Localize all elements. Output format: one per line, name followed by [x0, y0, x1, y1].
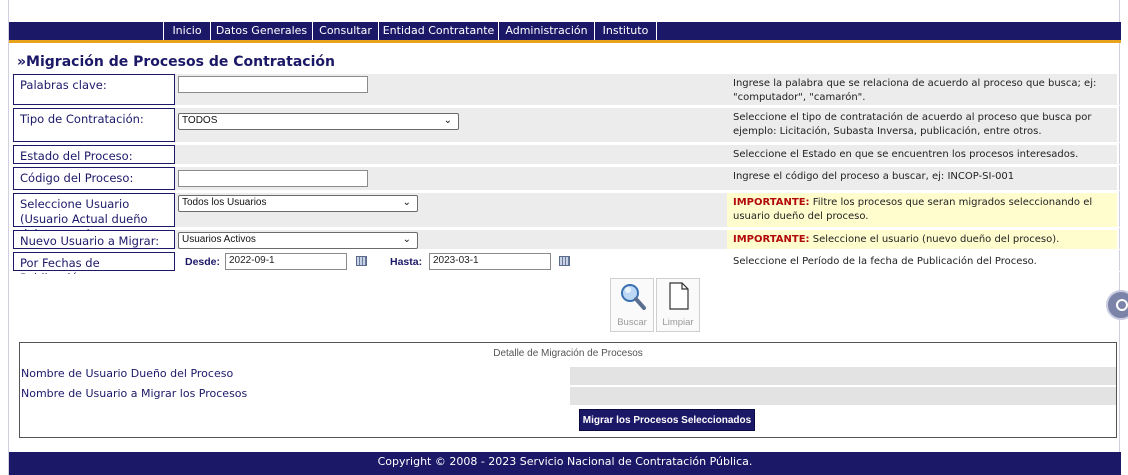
- usuario-actual-label: Seleccione Usuario (Usuario Actual dueño…: [13, 193, 175, 241]
- usuario-actual-cell: Todos los Usuarios ⌄: [175, 193, 727, 227]
- nav-datos-generales[interactable]: Datos Generales: [211, 22, 313, 40]
- hasta-input[interactable]: 2023-03-1: [429, 253, 551, 270]
- limpiar-label: Limpiar: [662, 317, 694, 328]
- side-widget-icon[interactable]: [1106, 290, 1128, 320]
- detail-panel: Detalle de Migración de Procesos Nombre …: [19, 342, 1117, 438]
- target-label: Nombre de Usuario a Migrar los Procesos: [21, 387, 248, 400]
- calendar-icon[interactable]: [356, 256, 367, 266]
- nuevo-usuario-value: Usuarios Activos: [182, 234, 256, 245]
- usuario-actual-select[interactable]: Todos los Usuarios ⌄: [178, 195, 418, 212]
- codigo-proceso-help: Ingrese el código del proceso a buscar, …: [727, 167, 1117, 190]
- nuevo-usuario-help-text: Seleccione el usuario (nuevo dueño del p…: [809, 234, 1060, 245]
- nav-instituto[interactable]: Instituto: [595, 22, 657, 40]
- hasta-label: Hasta:: [390, 256, 423, 268]
- row-tipo-contratacion: Tipo de Contratación: TODOS ⌄ Seleccione…: [9, 108, 1121, 143]
- important-label: IMPORTANTE:: [733, 234, 810, 245]
- detail-title: Detalle de Migración de Procesos: [493, 348, 643, 359]
- magnifier-icon: [621, 284, 646, 310]
- important-label: IMPORTANTE:: [733, 197, 810, 208]
- chevron-down-icon: ⌄: [402, 197, 411, 208]
- tipo-contratacion-cell: TODOS ⌄: [175, 108, 727, 142]
- codigo-proceso-input[interactable]: [178, 170, 368, 187]
- action-buttons: Buscar Limpiar: [13, 274, 1117, 340]
- tipo-contratacion-label: Tipo de Contratación:: [13, 108, 175, 142]
- tipo-contratacion-select[interactable]: TODOS ⌄: [178, 113, 459, 130]
- page-frame: Inicio Datos Generales Consultar Entidad…: [8, 0, 1121, 475]
- nav-inicio[interactable]: Inicio: [163, 22, 211, 40]
- row-estado-proceso: Estado del Proceso: Seleccione el Estado…: [9, 145, 1121, 165]
- nav-consultar[interactable]: Consultar: [313, 22, 379, 40]
- limpiar-button[interactable]: Limpiar: [656, 278, 700, 332]
- usuario-actual-help: IMPORTANTE: Filtre los procesos que sera…: [727, 193, 1117, 227]
- footer: Copyright © 2008 - 2023 Servicio Naciona…: [9, 452, 1121, 475]
- palabras-clave-cell: [175, 74, 727, 105]
- nuevo-usuario-help: IMPORTANTE: Seleccione el usuario (nuevo…: [727, 230, 1117, 249]
- fechas-label: Por Fechas de Publicación: [13, 252, 175, 285]
- nuevo-usuario-label: Nuevo Usuario a Migrar:: [13, 230, 175, 249]
- chevron-down-icon: ⌄: [402, 234, 411, 245]
- blank-page-icon: [669, 282, 689, 310]
- tipo-contratacion-help: Seleccione el tipo de contratación de ac…: [727, 108, 1117, 142]
- buscar-button[interactable]: Buscar: [610, 278, 654, 332]
- row-palabras-clave: Palabras clave: Ingrese la palabra que s…: [9, 74, 1121, 106]
- palabras-clave-input[interactable]: [178, 76, 368, 93]
- chevron-down-icon: ⌄: [443, 115, 452, 126]
- owner-label: Nombre de Usuario Dueño del Proceso: [21, 367, 234, 380]
- nuevo-usuario-cell: Usuarios Activos ⌄: [175, 230, 727, 249]
- estado-proceso-cell: [175, 145, 727, 164]
- tipo-contratacion-value: TODOS: [182, 115, 218, 126]
- buscar-label: Buscar: [617, 317, 647, 328]
- estado-proceso-label: Estado del Proceso:: [13, 145, 175, 164]
- desde-label: Desde:: [185, 256, 221, 268]
- desde-input[interactable]: 2022-09-1: [225, 253, 347, 270]
- palabras-clave-help: Ingrese la palabra que se relaciona de a…: [727, 74, 1117, 105]
- codigo-proceso-cell: [175, 167, 727, 190]
- nuevo-usuario-select[interactable]: Usuarios Activos ⌄: [178, 232, 418, 249]
- row-codigo-proceso: Código del Proceso: Ingrese el código de…: [9, 167, 1121, 191]
- owner-value: [570, 367, 1116, 385]
- palabras-clave-label: Palabras clave:: [13, 74, 175, 105]
- codigo-proceso-label: Código del Proceso:: [13, 167, 175, 190]
- estado-proceso-help: Seleccione el Estado en que se encuentre…: [727, 145, 1117, 164]
- target-value: [570, 387, 1116, 405]
- row-usuario-actual: Seleccione Usuario (Usuario Actual dueño…: [9, 193, 1121, 241]
- page-title: »Migración de Procesos de Contratación: [17, 54, 335, 70]
- fechas-help: Seleccione el Período de la fecha de Pub…: [727, 252, 1117, 271]
- row-nuevo-usuario: Nuevo Usuario a Migrar: Usuarios Activos…: [9, 230, 1121, 250]
- nav-entidad-contratante[interactable]: Entidad Contratante: [379, 22, 499, 40]
- top-nav: Inicio Datos Generales Consultar Entidad…: [9, 22, 1121, 43]
- fechas-cell: Desde: 2022-09-1 Hasta: 2023-03-1: [175, 252, 727, 271]
- calendar-icon[interactable]: [559, 256, 570, 266]
- usuario-actual-value: Todos los Usuarios: [182, 197, 267, 208]
- nav-administracion[interactable]: Administración: [499, 22, 595, 40]
- row-fechas: Por Fechas de Publicación Desde: 2022-09…: [9, 252, 1121, 285]
- migrar-button[interactable]: Migrar los Procesos Seleccionados: [579, 409, 755, 431]
